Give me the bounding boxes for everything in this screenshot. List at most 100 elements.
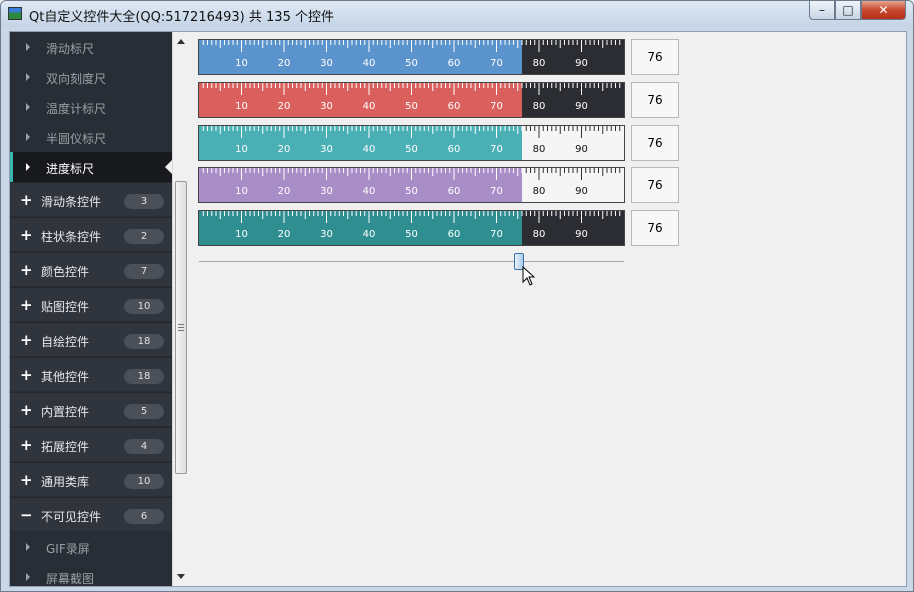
sidebar-scrollbar[interactable] [172,32,189,586]
ruler-value-box-2[interactable]: 76 [631,82,679,118]
expand-icon: + [20,401,33,419]
ruler-tick-label: 20 [278,229,291,240]
ruler-tick-label: 40 [363,186,376,197]
sidebar-subitem-temp-ruler[interactable]: 温度计标尺 [10,92,172,122]
sidebar-group-custom-draw[interactable]: + 自绘控件 18 [10,322,172,356]
progress-ruler-3[interactable]: 10 20 30 40 50 60 70 80 90 [198,125,625,161]
sidebar-subitem-label: 双向刻度尺 [46,72,107,86]
sidebar-group-label: 其他控件 [41,370,90,384]
caret-right-icon [26,103,30,111]
ruler-value-box-1[interactable]: 76 [631,39,679,75]
progress-ruler-5[interactable]: 10 20 30 40 50 60 70 80 90 [198,210,625,246]
ruler-tick-label: 10 [235,229,248,240]
ruler-canvas: 10 20 30 40 50 60 70 80 90 [199,40,624,74]
caret-right-icon [26,73,30,81]
sidebar-group-extension[interactable]: + 拓展控件 4 [10,427,172,461]
mouse-pointer-icon [522,266,536,286]
caret-right-icon [26,133,30,141]
ruler-tick-label: 50 [405,186,418,197]
ruler-tick-label: 90 [575,186,588,197]
app-icon [8,7,22,20]
sidebar-nav: 滑动标尺 双向刻度尺 温度计标尺 半圆仪标尺 进度标尺 + 滑动条控件 3 + … [10,32,172,586]
sidebar-subitem-progress-ruler[interactable]: 进度标尺 [10,152,172,182]
ruler-value-box-4[interactable]: 76 [631,167,679,203]
sidebar-group-label: 不可见控件 [41,510,102,524]
ruler-tick-label: 90 [575,144,588,155]
sidebar-subitem-slide-ruler[interactable]: 滑动标尺 [10,32,172,62]
ruler-tick-label: 50 [405,144,418,155]
window-title: Qt自定义控件大全(QQ:517216493) 共 135 个控件 [29,10,334,25]
progress-ruler-1[interactable]: 10 20 30 40 50 60 70 80 90 [198,39,625,75]
progress-ruler-4[interactable]: 10 20 30 40 50 60 70 80 90 [198,167,625,203]
sidebar-group-bar[interactable]: + 柱状条控件 2 [10,217,172,251]
ruler-tick-label: 90 [575,229,588,240]
sidebar-group-builtin[interactable]: + 内置控件 5 [10,392,172,426]
sidebar-group-label: 柱状条控件 [41,230,102,244]
scroll-up-arrow-icon[interactable] [177,39,185,44]
sidebar-group-label: 自绘控件 [41,335,90,349]
ruler-tick-label: 60 [448,58,461,69]
sidebar-group-library[interactable]: + 通用类库 10 [10,462,172,496]
sidebar-subitem-label: 温度计标尺 [46,102,107,116]
sidebar-group-invisible[interactable]: − 不可见控件 6 [10,497,172,531]
ruler-tick-label: 40 [363,144,376,155]
ruler-value-box-3[interactable]: 76 [631,125,679,161]
caret-right-icon [26,163,30,171]
count-badge: 7 [124,264,164,279]
caret-right-icon [26,573,30,581]
ruler-tick-label: 20 [278,101,291,112]
title-bar[interactable]: Qt自定义控件大全(QQ:517216493) 共 135 个控件 – □ ✕ [1,1,913,27]
minimize-button[interactable]: – [809,1,835,20]
ruler-tick-label: 60 [448,186,461,197]
progress-ruler-2[interactable]: 10 20 30 40 50 60 70 80 90 [198,82,625,118]
sidebar-subitem-double-ruler[interactable]: 双向刻度尺 [10,62,172,92]
sidebar-group-label: 贴图控件 [41,300,90,314]
sidebar-group-image[interactable]: + 贴图控件 10 [10,287,172,321]
sidebar-group-other[interactable]: + 其他控件 18 [10,357,172,391]
expand-icon: + [20,226,33,244]
expand-icon: + [20,261,33,279]
sidebar-group-color[interactable]: + 颜色控件 7 [10,252,172,286]
ruler-canvas: 10 20 30 40 50 60 70 80 90 [199,168,624,202]
sidebar-subitem-label: GIF录屏 [46,542,90,556]
client-area: 滑动标尺 双向刻度尺 温度计标尺 半圆仪标尺 进度标尺 + 滑动条控件 3 + … [9,31,907,587]
sidebar-subitem-screenshot[interactable]: 屏幕截图 [10,562,172,586]
count-badge: 5 [124,404,164,419]
count-badge: 18 [124,334,164,349]
ruler-tick-label: 10 [235,144,248,155]
close-button[interactable]: ✕ [861,1,906,20]
ruler-tick-label: 80 [533,101,546,112]
maximize-button[interactable]: □ [835,1,861,20]
ruler-value-box-5[interactable]: 76 [631,210,679,246]
ruler-tick-label: 60 [448,101,461,112]
ruler-tick-label: 80 [533,58,546,69]
sidebar-group-label: 颜色控件 [41,265,90,279]
sidebar-subitem-gif-record[interactable]: GIF录屏 [10,532,172,562]
ruler-tick-label: 90 [575,58,588,69]
count-badge: 10 [124,299,164,314]
ruler-tick-label: 40 [363,101,376,112]
expand-icon: + [20,471,33,489]
ruler-tick-label: 10 [235,186,248,197]
sidebar-subitem-label: 半圆仪标尺 [46,132,107,146]
sidebar-group-label: 滑动条控件 [41,195,102,209]
ruler-tick-label: 80 [533,186,546,197]
selection-notch-icon [165,160,172,174]
sidebar-group-slider[interactable]: + 滑动条控件 3 [10,182,172,216]
ruler-tick-label: 90 [575,101,588,112]
ruler-canvas: 10 20 30 40 50 60 70 80 90 [199,83,624,117]
value-slider-track[interactable] [199,261,624,262]
count-badge: 6 [124,509,164,524]
caret-right-icon [26,43,30,51]
ruler-tick-label: 40 [363,58,376,69]
collapse-icon: − [20,506,33,524]
sidebar-group-label: 拓展控件 [41,440,90,454]
scroll-down-arrow-icon[interactable] [177,574,185,579]
ruler-tick-label: 80 [533,144,546,155]
ruler-tick-label: 30 [320,144,333,155]
ruler-tick-label: 50 [405,229,418,240]
ruler-canvas: 10 20 30 40 50 60 70 80 90 [199,211,624,245]
scrollbar-thumb[interactable] [175,181,187,474]
sidebar-subitem-protractor-ruler[interactable]: 半圆仪标尺 [10,122,172,152]
count-badge: 2 [124,229,164,244]
